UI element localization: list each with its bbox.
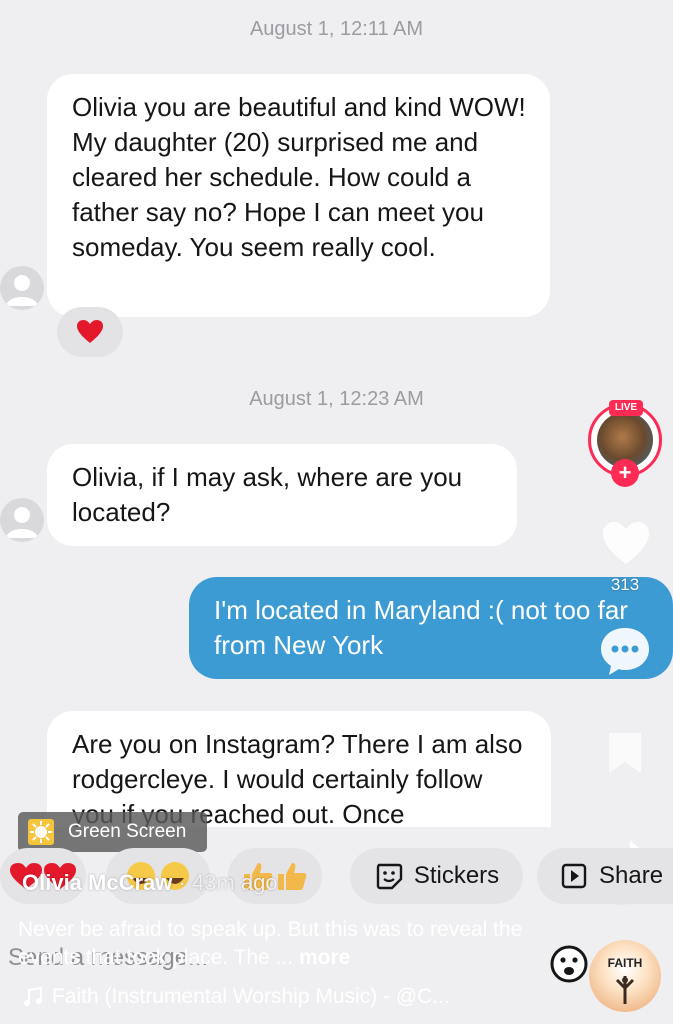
message-reaction[interactable] <box>57 307 123 357</box>
timestamp: August 1, 12:23 AM <box>249 388 424 410</box>
video-caption[interactable]: Never be afraid to speak up. But this wa… <box>18 916 538 972</box>
heart-outline-icon[interactable] <box>600 520 652 568</box>
sender-avatar[interactable] <box>0 498 44 542</box>
caption-more-link[interactable]: more <box>299 946 350 969</box>
timestamp: August 1, 12:11 AM <box>249 18 424 40</box>
worship-figure-icon <box>615 976 635 1004</box>
green-screen-label: Green Screen <box>68 821 187 842</box>
author-separator: · <box>172 870 192 895</box>
green-screen-icon <box>28 819 54 845</box>
share-box-icon <box>561 863 587 889</box>
follow-plus-button[interactable]: + <box>611 459 639 487</box>
music-track[interactable]: Faith (Instrumental Worship Music) - @C.… <box>22 985 450 1009</box>
saves-count: 23 <box>615 784 635 803</box>
posted-time: 43m ago <box>191 870 278 895</box>
comment-icon[interactable] <box>598 625 652 677</box>
music-note-icon <box>24 986 42 1006</box>
avatar-placeholder-icon <box>6 507 38 538</box>
disc-label: FAITH <box>607 956 643 970</box>
stickers-label: Stickers <box>413 862 500 889</box>
author-name: Olivia McCraw <box>22 870 173 895</box>
music-disc[interactable]: FAITH <box>589 940 661 1012</box>
stickers-button[interactable]: Stickers <box>350 848 523 904</box>
music-title: Faith (Instrumental Worship Music) - @C.… <box>52 985 450 1008</box>
bookmark-icon[interactable] <box>606 730 644 776</box>
smiley-icon[interactable] <box>549 944 589 984</box>
message-bubble-incoming[interactable]: Olivia you are beautiful and kind WOW! M… <box>47 74 550 317</box>
heart-icon <box>77 320 103 343</box>
share-label: Share <box>599 862 664 889</box>
comments-count: 40 <box>615 681 635 700</box>
avatar-placeholder-icon <box>6 275 38 306</box>
message-bubble-incoming[interactable]: Olivia, if I may ask, where are you loca… <box>47 444 517 546</box>
share-button[interactable]: Share <box>537 848 673 904</box>
green-screen-tag[interactable]: Green Screen <box>18 812 207 852</box>
video-author[interactable]: Olivia McCraw · 43m ago <box>22 870 278 896</box>
sticker-icon <box>376 863 403 890</box>
message-bubble-incoming[interactable]: Are you on Instagram? There I am also ro… <box>47 711 551 827</box>
sender-avatar[interactable] <box>0 266 44 310</box>
caption-text: Never be afraid to speak up. But this wa… <box>18 918 523 969</box>
live-badge: LIVE <box>609 400 643 416</box>
likes-count: 313 <box>610 575 640 594</box>
